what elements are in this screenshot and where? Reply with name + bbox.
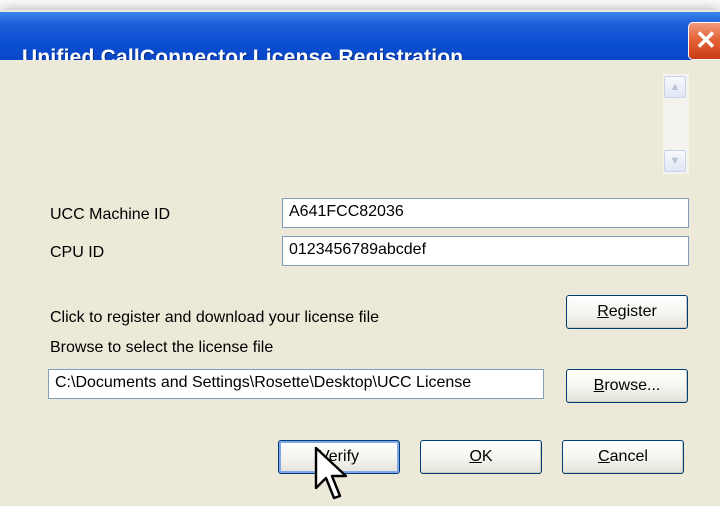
cpu-id-field[interactable]: 0123456789abcdef [282, 236, 689, 266]
mouse-cursor-icon [314, 446, 348, 500]
browse-button[interactable]: Browse... [566, 369, 688, 403]
register-button[interactable]: Register [566, 295, 688, 329]
register-label: egister [608, 303, 657, 320]
register-mnemonic: R [597, 303, 609, 320]
ok-button[interactable]: OK [420, 440, 542, 474]
close-button[interactable]: ✕ [688, 22, 720, 60]
scroll-up-button[interactable]: ▲ [664, 76, 686, 98]
machine-id-field[interactable]: A641FCC82036 [282, 198, 689, 228]
scroll-down-button[interactable]: ▼ [664, 150, 686, 172]
browse-mnemonic: B [593, 377, 605, 394]
license-path-field[interactable]: C:\Documents and Settings\Rosette\Deskto… [48, 369, 544, 399]
cancel-mnemonic: C [598, 448, 610, 465]
cancel-label: ancel [609, 448, 648, 465]
chevron-down-icon: ▼ [669, 155, 681, 167]
chevron-up-icon: ▲ [669, 81, 681, 93]
vertical-scrollbar[interactable]: ▲ ▼ [663, 74, 689, 174]
close-icon: ✕ [695, 25, 717, 55]
cancel-button[interactable]: Cancel [562, 440, 684, 474]
register-prompt: Click to register and download your lice… [50, 309, 380, 326]
machine-id-label: UCC Machine ID [50, 206, 171, 223]
ok-label: K [481, 448, 493, 465]
browse-label: rowse... [604, 377, 661, 394]
cpu-id-label: CPU ID [50, 244, 105, 261]
browse-prompt: Browse to select the license file [50, 339, 274, 356]
ok-mnemonic: O [469, 448, 482, 465]
